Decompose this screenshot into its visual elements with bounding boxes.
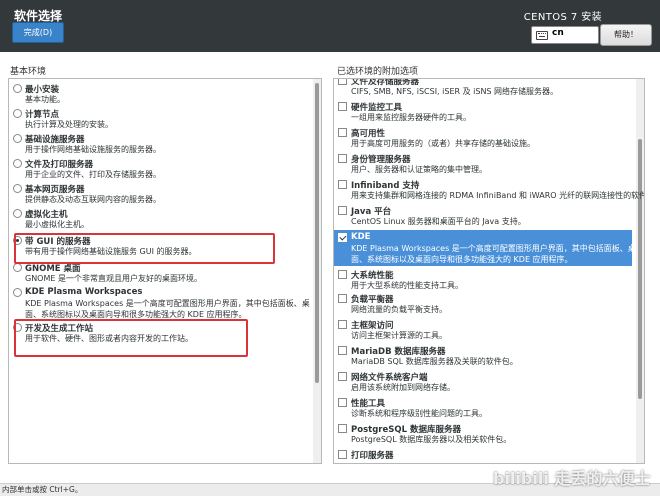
- help-button[interactable]: 帮助！: [600, 24, 652, 46]
- base-env-desc: 提供静态及动态互联网内容的服务器。: [25, 195, 161, 204]
- addon-desc: CIFS, SMB, NFS, iSCSI, iSER 及 iSNS 网络存储服…: [351, 87, 559, 96]
- addon-desc: MariaDB SQL 数据库服务器及关联的软件包。: [351, 357, 518, 366]
- addon-item[interactable]: 硬件监控工具 一组用来监控服务器硬件的工具。: [334, 101, 632, 125]
- addon-item[interactable]: Infiniband 支持 用来支持集群和网格连接的 RDMA InfiniBan…: [334, 179, 644, 203]
- addon-desc: 用于大型系统的性能支持工具。: [351, 281, 463, 290]
- base-env-item[interactable]: 基础设施服务器 用于操作网络基础设施服务的服务器。: [9, 133, 309, 156]
- addon-title: 打印服务器: [351, 451, 394, 461]
- base-env-item[interactable]: KDE Plasma Workspaces KDE Plasma Workspac…: [9, 287, 310, 322]
- checkbox-unchecked[interactable]: [338, 128, 347, 137]
- checkbox-unchecked[interactable]: [338, 398, 347, 407]
- base-environment-list: 最小安装 基本功能。 计算节点 执行计算及处理的安装。 基础设施服务器 用于操作网络基础设…: [8, 78, 322, 464]
- radio-unchecked[interactable]: [13, 134, 22, 143]
- checkbox-unchecked[interactable]: [338, 270, 347, 279]
- base-env-desc: GNOME 是一个非常直观且用户友好的桌面环境。: [25, 274, 202, 283]
- addon-desc: CentOS Linux 服务器和桌面平台的 Java 支持。: [351, 217, 526, 226]
- checkbox-checked[interactable]: [338, 233, 347, 242]
- addon-desc: 诊断系统和程序级别性能问题的工具。: [351, 409, 487, 418]
- checkbox-unchecked[interactable]: [338, 450, 347, 459]
- base-env-desc: 用于企业的文件、打印及存储服务器。: [25, 170, 161, 179]
- checkbox-unchecked[interactable]: [338, 294, 347, 303]
- checkbox-unchecked[interactable]: [338, 372, 347, 381]
- addon-item[interactable]: KDE KDE Plasma Workspaces 是一个高度可配置图形用户界面，…: [334, 230, 636, 266]
- addon-desc: 面、系统图标以及桌面向导和很多功能强大的 KDE 应用程序。: [351, 255, 573, 264]
- checkbox-unchecked[interactable]: [338, 424, 347, 433]
- base-env-desc: 执行计算及处理的安装。: [25, 120, 113, 129]
- checkbox-unchecked[interactable]: [338, 320, 347, 329]
- base-env-item[interactable]: 最小安装 基本功能。: [9, 83, 309, 106]
- addon-desc: 用户、服务器和认证策略的集中管理。: [351, 165, 487, 174]
- addon-desc: 用于高度可用服务的（或者）共享存储的基础设施。: [351, 139, 535, 148]
- addon-item[interactable]: 负载平衡器 网络流量的负载平衡支持。: [334, 293, 632, 317]
- base-env-desc: 最小虚拟化主机。: [25, 220, 89, 229]
- addon-item[interactable]: 性能工具 诊断系统和程序级别性能问题的工具。: [334, 397, 632, 421]
- radio-unchecked[interactable]: [13, 109, 22, 118]
- base-env-item[interactable]: 基本网页服务器 提供静态及动态互联网内容的服务器。: [9, 183, 309, 206]
- highlight-box: [14, 319, 248, 357]
- left-scrollbar[interactable]: [313, 79, 321, 463]
- addon-desc: 用来支持集群和网格连接的 RDMA InfiniBand 和 iWARO 光纤的…: [351, 191, 645, 200]
- base-env-item[interactable]: 文件及打印服务器 用于企业的文件、打印及存储服务器。: [9, 158, 309, 181]
- addon-title: KDE: [351, 232, 371, 242]
- checkbox-unchecked[interactable]: [338, 154, 347, 163]
- radio-unchecked[interactable]: [13, 288, 22, 297]
- base-env-desc: 用于操作网络基础设施服务的服务器。: [25, 145, 161, 154]
- base-env-item[interactable]: 计算节点 执行计算及处理的安装。: [9, 108, 309, 131]
- radio-unchecked[interactable]: [13, 263, 22, 272]
- left-scrollbar-thumb[interactable]: [315, 83, 319, 383]
- checkbox-unchecked[interactable]: [338, 346, 347, 355]
- done-button[interactable]: 完成(D): [12, 22, 64, 43]
- addon-desc: 网络流量的负载平衡支持。: [351, 305, 447, 314]
- addon-desc: 一组用来监控服务器硬件的工具。: [351, 113, 471, 122]
- addon-item[interactable]: PostgreSQL 数据库服务器 PostgreSQL 数据库服务器以及相关软件…: [334, 423, 632, 447]
- radio-unchecked[interactable]: [13, 184, 22, 193]
- base-env-item[interactable]: 虚拟化主机 最小虚拟化主机。: [9, 208, 309, 231]
- addon-item[interactable]: 高可用性 用于高度可用服务的（或者）共享存储的基础设施。: [334, 127, 632, 151]
- addons-list: 文件及存储服务器 CIFS, SMB, NFS, iSCSI, iSER 及 iS…: [333, 78, 645, 464]
- addon-item[interactable]: 主框架访问 访问主框架计算源的工具。: [334, 319, 632, 343]
- watermark-text: bilibili 走丢的六便士: [493, 469, 651, 488]
- addons-heading: 已选环境的附加选项: [337, 67, 419, 77]
- keyboard-layout-label: cn: [552, 28, 564, 38]
- addon-desc: 启用该系统附加到网络存储。: [351, 383, 455, 392]
- addon-item[interactable]: 打印服务器: [334, 449, 632, 463]
- top-bar: 软件选择 完成(D) CENTOS 7 安装 cn 帮助！: [0, 0, 660, 52]
- keyboard-icon: [536, 31, 548, 40]
- status-text: 内部单击或按 Ctrl+G。: [2, 485, 83, 494]
- base-env-item[interactable]: GNOME 桌面 GNOME 是一个非常直观且用户友好的桌面环境。: [9, 262, 309, 285]
- right-scrollbar[interactable]: [636, 79, 644, 463]
- radio-unchecked[interactable]: [13, 159, 22, 168]
- checkbox-unchecked[interactable]: [338, 180, 347, 189]
- addon-item[interactable]: 文件及存储服务器 CIFS, SMB, NFS, iSCSI, iSER 及 iS…: [334, 79, 632, 99]
- addon-item[interactable]: 大系统性能 用于大型系统的性能支持工具。: [334, 269, 632, 293]
- highlight-box: [14, 233, 275, 264]
- addon-desc: 访问主框架计算源的工具。: [351, 331, 447, 340]
- product-title: CENTOS 7 安装: [523, 12, 602, 23]
- addon-item[interactable]: 身份管理服务器 用户、服务器和认证策略的集中管理。: [334, 153, 632, 177]
- base-environment-heading: 基本环境: [10, 67, 47, 77]
- radio-unchecked[interactable]: [13, 209, 22, 218]
- right-scrollbar-thumb[interactable]: [638, 139, 642, 399]
- addon-item[interactable]: MariaDB 数据库服务器 MariaDB SQL 数据库服务器及关联的软件包。: [334, 345, 632, 369]
- checkbox-unchecked[interactable]: [338, 206, 347, 215]
- addon-item[interactable]: Java 平台 CentOS Linux 服务器和桌面平台的 Java 支持。: [334, 205, 632, 229]
- checkbox-unchecked[interactable]: [338, 102, 347, 111]
- addon-item[interactable]: 网络文件系统客户端 启用该系统附加到网络存储。: [334, 371, 632, 395]
- base-env-title: KDE Plasma Workspaces: [25, 287, 143, 297]
- radio-unchecked[interactable]: [13, 84, 22, 93]
- keyboard-layout-indicator[interactable]: cn: [531, 26, 599, 44]
- addon-desc: PostgreSQL 数据库服务器以及相关软件包。: [351, 435, 512, 444]
- base-env-desc: 基本功能。: [25, 95, 65, 104]
- checkbox-unchecked[interactable]: [338, 79, 347, 85]
